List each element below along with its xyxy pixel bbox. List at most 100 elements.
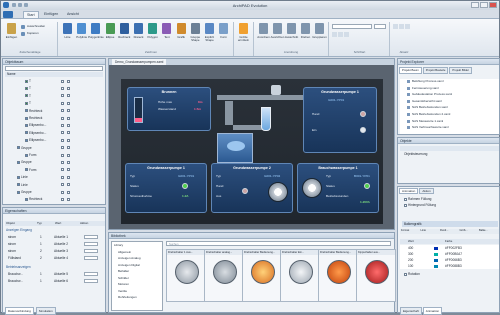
tab-data-connection[interactable]: Datenverbindung — [5, 307, 34, 315]
tab-project-images[interactable]: Projekt Bilder — [449, 67, 473, 74]
draw-tool-6[interactable]: Polygon — [146, 22, 159, 48]
lock-checkbox[interactable] — [67, 101, 70, 105]
library-item[interactable]: Schilder — [118, 276, 129, 281]
lock-checkbox[interactable] — [67, 183, 70, 187]
lock-checkbox[interactable] — [67, 153, 70, 157]
visible-checkbox[interactable] — [61, 101, 64, 105]
checkbox[interactable] — [404, 203, 407, 207]
props-row[interactable]: strom 1 Aktuelle 2 — [6, 241, 104, 247]
library-item[interactable]: Anzeigen Digital — [118, 263, 140, 268]
visible-checkbox[interactable] — [61, 138, 64, 142]
visible-checkbox[interactable] — [61, 146, 64, 150]
props-action-field[interactable] — [84, 279, 98, 283]
arrange-tool-3[interactable]: Drehen — [299, 22, 312, 48]
arrange-tool-4[interactable]: Gruppieren — [312, 22, 327, 48]
lock-checkbox[interactable] — [67, 168, 70, 172]
tab-project-tree[interactable]: Projekt Baum — [399, 67, 422, 74]
visible-checkbox[interactable] — [61, 183, 64, 187]
visible-checkbox[interactable] — [61, 86, 64, 90]
align-center-button[interactable] — [399, 24, 404, 29]
lock-checkbox[interactable] — [67, 116, 70, 120]
visible-checkbox[interactable] — [61, 190, 64, 194]
lock-checkbox[interactable] — [67, 197, 70, 201]
color-row[interactable]: 100 #FF0088B3 — [400, 263, 499, 269]
lock-checkbox[interactable] — [67, 190, 70, 194]
tab-simulation[interactable]: Simulation — [35, 307, 56, 315]
library-tile[interactable]: Kippschalter aus... — [356, 249, 396, 302]
library-item[interactable]: Rohrleitungen — [118, 295, 137, 300]
underline-button[interactable] — [344, 32, 349, 37]
props-row[interactable]: strom 1 Aktuelle 1 — [6, 234, 104, 240]
draw-tool-11[interactable]: Form — [217, 22, 230, 48]
library-item[interactable]: Allgemein — [118, 250, 131, 255]
tab-animation-bottom[interactable]: Animation — [422, 307, 443, 315]
library-tile[interactable]: Drehschalter Ein... — [280, 249, 320, 302]
library-tile[interactable]: Drehschalter Bedienung... — [318, 249, 358, 302]
tab-project-parts[interactable]: Projekt Bauteile — [422, 67, 449, 74]
draw-tool-9[interactable]: Gruppe Shape — [189, 22, 202, 48]
visible-checkbox[interactable] — [61, 109, 64, 113]
tree-item[interactable]: T — [25, 78, 70, 84]
draw-tool-5[interactable]: Dreieck — [132, 22, 145, 48]
tree-item[interactable]: Gruppe — [17, 145, 70, 151]
props-action-field[interactable] — [84, 256, 98, 260]
font-family-select[interactable] — [332, 24, 372, 29]
props-action-field[interactable] — [84, 249, 98, 253]
project-file[interactable]: NAS Messwerte 1.xaml — [406, 119, 443, 124]
arrange-tool-1[interactable]: Ausrichten — [271, 22, 284, 48]
project-file[interactable]: NAS Betriebsstunden 2.xaml — [406, 112, 450, 117]
lock-checkbox[interactable] — [67, 131, 70, 135]
align-right-button[interactable] — [405, 24, 410, 29]
tree-item[interactable]: Rechteck — [25, 196, 70, 202]
props-action-field[interactable] — [84, 235, 98, 239]
draw-tool-4[interactable]: Rechteck — [118, 22, 131, 48]
lock-checkbox[interactable] — [67, 94, 70, 98]
visible-checkbox[interactable] — [61, 131, 64, 135]
minimize-button[interactable] — [471, 2, 479, 8]
project-file[interactable]: Gebäudestation Prozess.xaml — [406, 92, 452, 97]
tree-item[interactable]: Form — [25, 152, 70, 158]
props-row[interactable]: strom 2 Aktuelle 3 — [6, 248, 104, 254]
draw-tool-10[interactable]: Explizit Shape — [203, 22, 216, 48]
tree-item[interactable]: Ellipsenbo... — [25, 130, 70, 136]
lock-checkbox[interactable] — [67, 160, 70, 164]
visible-checkbox[interactable] — [61, 116, 64, 120]
tree-item[interactable]: Rechteck — [25, 115, 70, 121]
maximize-button[interactable] — [480, 2, 488, 8]
tab-action[interactable]: Aktion — [419, 188, 434, 194]
tree-item[interactable]: Gruppe — [17, 159, 70, 165]
italic-button[interactable] — [338, 32, 343, 37]
lock-checkbox[interactable] — [67, 138, 70, 142]
visible-checkbox[interactable] — [61, 175, 64, 179]
tab-document[interactable]: Demo_Grundwasserpumpen.xaml — [112, 59, 167, 65]
paste-button[interactable]: Einfügen — [5, 22, 18, 48]
bold-button[interactable] — [332, 32, 337, 37]
tree-item[interactable]: T — [25, 93, 70, 99]
project-file[interactable]: Belüftung Prozess.xaml — [407, 79, 444, 84]
library-tile[interactable]: Drehschalter Bedienung... — [242, 249, 282, 302]
tree-item[interactable]: Gruppe — [17, 189, 70, 195]
library-item[interactable]: Anzeigen Analog — [118, 256, 141, 261]
arrange-tool-2[interactable]: Ausschnitt — [285, 22, 298, 48]
font-size-select[interactable] — [374, 24, 386, 29]
props-action-field[interactable] — [84, 242, 98, 246]
cut-button[interactable]: Ausschneiden — [21, 24, 45, 29]
close-button[interactable] — [489, 2, 497, 8]
draw-tool-2[interactable]: Polygonlinie — [88, 22, 104, 48]
arrange-tool-0[interactable]: Anordnen — [257, 22, 270, 48]
checkbox[interactable] — [404, 197, 407, 201]
copy-button[interactable]: Kopieren — [21, 31, 39, 36]
props-action-field[interactable] — [84, 272, 98, 276]
tab-view[interactable]: Ansicht — [64, 11, 82, 18]
props-row[interactable]: Füllstand 2 Aktuelle 4 — [6, 255, 104, 261]
library-item[interactable]: Motoren — [118, 282, 129, 287]
lock-checkbox[interactable] — [67, 79, 70, 83]
library-item[interactable]: Ventile — [118, 289, 127, 294]
visible-checkbox[interactable] — [61, 197, 64, 201]
insert-size-button[interactable]: Größe ermitteln — [237, 22, 250, 48]
draw-tool-7[interactable]: Text — [160, 22, 173, 48]
library-item[interactable]: Library — [114, 243, 123, 248]
project-file[interactable]: NAS Betriebsstunden.xaml — [407, 105, 448, 110]
library-tile[interactable]: Drehschalter 1 Aus... — [166, 249, 206, 302]
lock-checkbox[interactable] — [67, 175, 70, 179]
